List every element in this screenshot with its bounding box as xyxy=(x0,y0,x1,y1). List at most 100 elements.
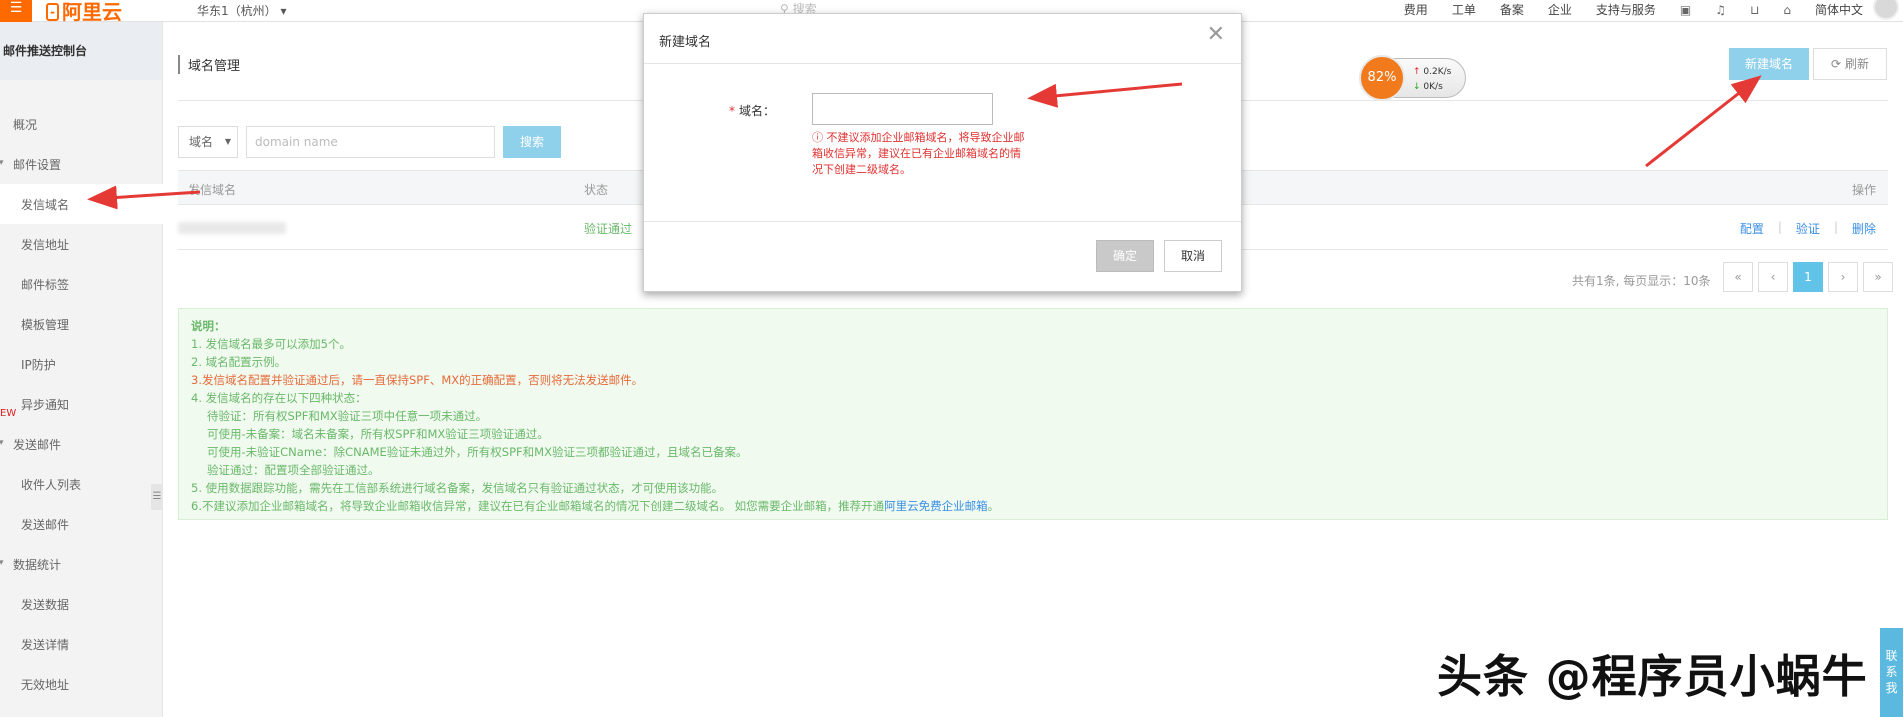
notes-line: 待验证：所有权SPF和MX验证三项中任意一项未通过。 xyxy=(207,409,488,423)
column-header-status: 状态 xyxy=(584,183,609,197)
page-prev-button[interactable]: ‹ xyxy=(1758,262,1788,292)
region-label: 华东1（杭州） xyxy=(197,4,277,18)
arrow-up-icon: ↑ xyxy=(1413,67,1421,77)
modal-header: 新建域名 ✕ xyxy=(644,14,1241,64)
terminal-icon[interactable]: ▣ xyxy=(1680,3,1691,17)
sidebar-group-send-mail[interactable]: ▾ 发送邮件 xyxy=(0,436,61,453)
nav-enterprise[interactable]: 企业 xyxy=(1548,1,1572,18)
sidebar-item-send-data[interactable]: 发送数据 xyxy=(0,596,69,613)
home-icon[interactable]: ⌂ xyxy=(1783,3,1791,17)
download-value: 0K/s xyxy=(1423,82,1443,92)
page-last-button[interactable]: » xyxy=(1863,262,1893,292)
close-icon[interactable]: ✕ xyxy=(1207,24,1225,46)
caret-down-icon: ▾ xyxy=(0,438,4,448)
sidebar-item-ip-protection[interactable]: IP防护 xyxy=(0,356,56,373)
domain-error-message: ⓘ 不建议添加企业邮箱域名，将导致企业邮箱收信异常，建议在已有企业邮箱域名的情况… xyxy=(812,130,1030,178)
sidebar-collapse-handle[interactable]: ☰ xyxy=(151,484,163,510)
notes-line: 6.不建议添加企业邮箱域名，将导致企业邮箱收信异常，建议在已有企业邮箱域名的情况… xyxy=(191,497,1875,515)
notes-line: 可使用-未验证CName：除CNAME验证未通过外，所有权SPF和MX验证三项都… xyxy=(207,445,748,459)
page-header: 域名管理 xyxy=(178,55,240,74)
logo-text: 阿里云 xyxy=(61,0,122,24)
contact-us-tab[interactable]: 联系我 xyxy=(1880,628,1903,717)
nav-tickets[interactable]: 工单 xyxy=(1452,1,1476,18)
sidebar-item-invalid-address[interactable]: 无效地址 xyxy=(0,676,69,693)
required-mark: * xyxy=(729,104,735,118)
refresh-label: 刷新 xyxy=(1844,57,1869,71)
notes-line-text: 6.不建议添加企业邮箱域名，将导致企业邮箱收信异常，建议在已有企业邮箱域名的情况… xyxy=(191,499,885,513)
notes-line: 4. 发信域名的存在以下四种状态： xyxy=(191,391,367,405)
sidebar-item-overview[interactable]: 概况 xyxy=(0,116,37,133)
sidebar-group-statistics[interactable]: ▾ 数据统计 xyxy=(0,556,61,573)
filter-type-value: 域名 xyxy=(189,135,214,149)
nav-support[interactable]: 支持与服务 xyxy=(1596,1,1656,18)
row-actions: 配置 | 验证 | 删除 xyxy=(1740,220,1876,237)
status-badge: 验证通过 xyxy=(584,222,633,236)
cancel-button[interactable]: 取消 xyxy=(1164,240,1222,272)
pagination-info: 共有1条, 每页显示：10条 xyxy=(1572,274,1711,288)
nav-fees[interactable]: 费用 xyxy=(1404,1,1428,18)
domain-field[interactable] xyxy=(812,93,993,125)
sidebar-group-label: 数据统计 xyxy=(13,558,62,572)
sidebar-item-send-detail[interactable]: 发送详情 xyxy=(0,636,69,653)
refresh-icon: ⟳ xyxy=(1831,57,1842,71)
cpu-percent-ball: 82% xyxy=(1359,55,1405,101)
refresh-button[interactable]: ⟳ 刷新 xyxy=(1813,48,1887,80)
column-header-domain: 发信域名 xyxy=(188,183,237,197)
top-nav: 费用 工单 备案 企业 支持与服务 ▣ ♫ ⊔ ⌂ 简体中文 xyxy=(1404,1,1863,18)
blurred-domain xyxy=(178,222,286,234)
sidebar-group-label: 发送邮件 xyxy=(13,438,62,452)
page-first-button[interactable]: « xyxy=(1723,262,1753,292)
notes-panel: 说明： 1. 发信域名最多可以添加5个。 2. 域名配置示例。 3.发信域名配置… xyxy=(178,308,1888,520)
aliyun-logo[interactable]: - 阿里云 xyxy=(46,0,122,25)
caret-down-icon: ▼ xyxy=(224,137,231,146)
chevron-down-icon: ▾ xyxy=(280,4,287,18)
sidebar-title: 邮件推送控制台 xyxy=(0,22,162,80)
notes-line: 验证通过：配置项全部验证通过。 xyxy=(207,463,380,477)
free-enterprise-mail-link[interactable]: 阿里云免费企业邮箱 xyxy=(884,499,988,513)
search-button[interactable]: 搜索 xyxy=(503,126,561,158)
notes-line: 2. 域名配置示例。 xyxy=(191,355,287,369)
sidebar-item-mail-tags[interactable]: 邮件标签 xyxy=(0,276,69,293)
sidebar-item-sender-domain[interactable]: 发信域名 xyxy=(0,196,69,213)
divider xyxy=(644,221,1241,222)
notes-line: 1. 发信域名最多可以添加5个。 xyxy=(191,337,351,351)
modal-title: 新建域名 xyxy=(659,35,712,50)
sidebar-item-recipients[interactable]: 收件人列表 xyxy=(0,476,81,493)
arrow-to-new-domain-button xyxy=(1645,75,1762,168)
hamburger-icon[interactable]: ☰ xyxy=(0,0,32,22)
cart-icon[interactable]: ⊔ xyxy=(1750,3,1759,17)
verify-link[interactable]: 验证 xyxy=(1796,220,1820,237)
new-domain-modal: 新建域名 ✕ * 域名： ⓘ 不建议添加企业邮箱域名，将导致企业邮箱收信异常，建议… xyxy=(643,13,1242,292)
page-title: 域名管理 xyxy=(178,55,240,74)
divider: | xyxy=(1833,220,1838,234)
page-current-button[interactable]: 1 xyxy=(1793,262,1823,292)
network-speed-widget[interactable]: 82% ↑ 0.2K/s ↓ 0K/s xyxy=(1359,55,1466,101)
divider: | xyxy=(1777,220,1782,234)
filter-type-select[interactable]: 域名 ▼ xyxy=(178,126,238,158)
configure-link[interactable]: 配置 xyxy=(1740,220,1764,237)
pagination: « ‹ 1 › » xyxy=(1723,262,1893,292)
delete-link[interactable]: 删除 xyxy=(1852,220,1876,237)
column-header-actions: 操作 xyxy=(1851,183,1876,197)
language-selector[interactable]: 简体中文 xyxy=(1815,1,1863,18)
domain-label-text: 域名： xyxy=(739,104,776,118)
avatar[interactable] xyxy=(1873,0,1899,20)
bell-icon[interactable]: ♫ xyxy=(1715,3,1726,17)
logo-bracket-icon: - xyxy=(46,3,59,21)
nav-filing[interactable]: 备案 xyxy=(1500,1,1524,18)
upload-value: 0.2K/s xyxy=(1423,67,1452,77)
download-speed: ↓ 0K/s xyxy=(1413,82,1443,92)
sidebar-item-async-notify[interactable]: 异步通知 xyxy=(0,396,69,413)
confirm-button[interactable]: 确定 xyxy=(1096,240,1154,272)
sidebar-item-sender-address[interactable]: 发信地址 xyxy=(0,236,69,253)
domain-search-input[interactable]: domain name xyxy=(246,126,495,158)
region-selector[interactable]: 华东1（杭州） ▾ xyxy=(197,2,287,19)
sidebar-item-templates[interactable]: 模板管理 xyxy=(0,316,69,333)
caret-down-icon: ▾ xyxy=(0,558,4,568)
domain-error-text: 不建议添加企业邮箱域名，将导致企业邮箱收信异常，建议在已有企业邮箱域名的情况下创… xyxy=(812,131,1025,176)
warning-icon: ⓘ xyxy=(812,131,823,144)
new-domain-button[interactable]: 新建域名 xyxy=(1729,48,1809,80)
sidebar-group-mail-settings[interactable]: ▾ 邮件设置 xyxy=(0,156,61,173)
sidebar-item-send[interactable]: 发送邮件 xyxy=(0,516,69,533)
page-next-button[interactable]: › xyxy=(1828,262,1858,292)
